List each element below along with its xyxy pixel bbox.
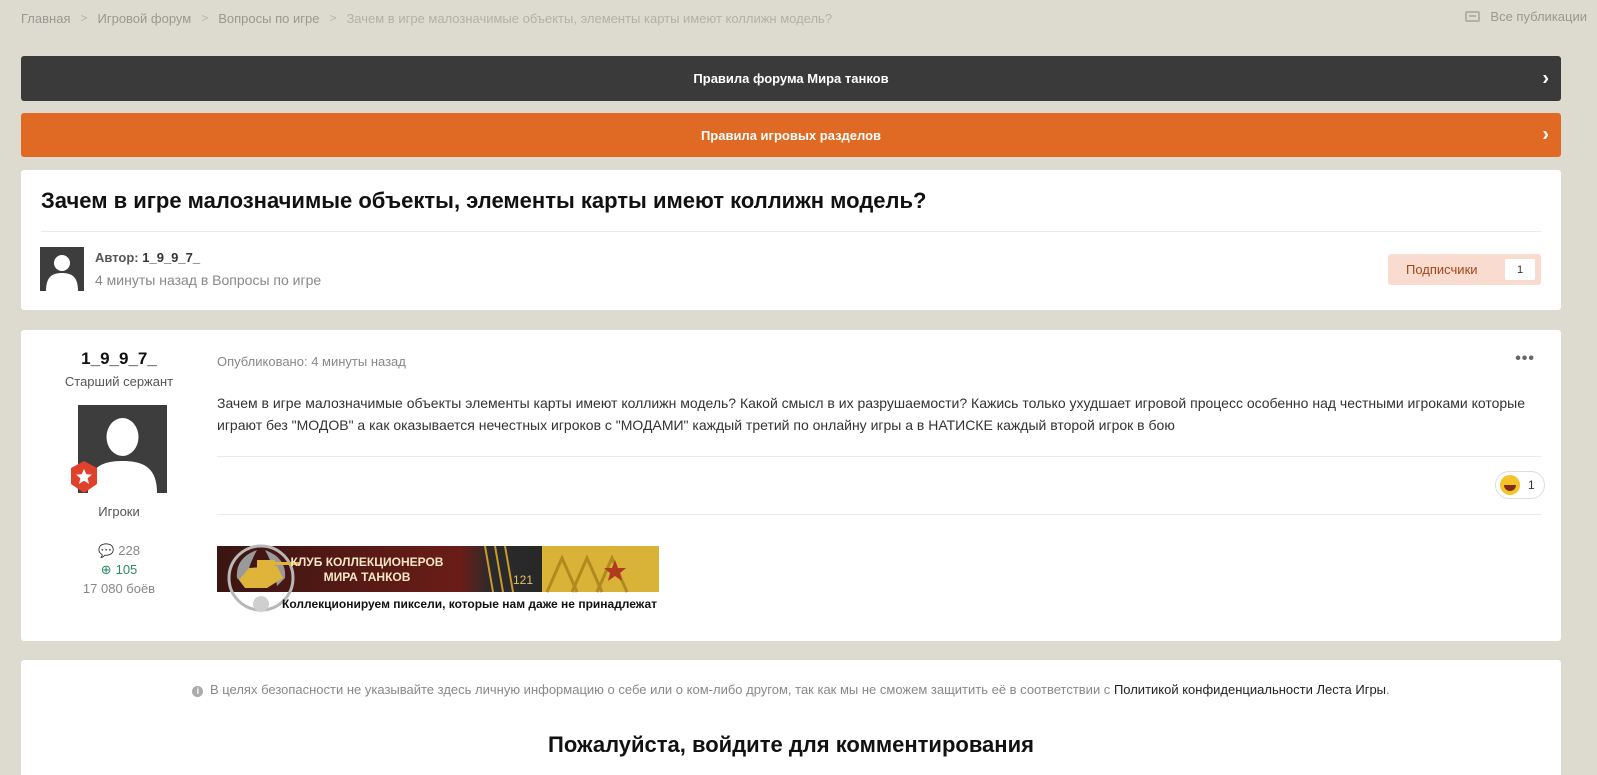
rank-badge-icon	[71, 461, 97, 493]
post-count: 💬 228	[21, 543, 217, 559]
signature-tagline: Коллекционируем пиксели, которые нам даж…	[282, 597, 657, 611]
reputation-value: 105	[115, 562, 138, 577]
post-content: Зачем в игре малозначимые объекты элемен…	[217, 395, 1526, 433]
info-icon: i	[192, 686, 204, 697]
all-publications-link[interactable]: Все публикации	[1465, 9, 1587, 24]
signature-banner: КЛУБ КОЛЛЕКЦИОНЕРОВ МИРА ТАНКОВ 121 Колл…	[217, 544, 659, 612]
topic-author: Автор: 1_9_9_7_	[95, 250, 200, 265]
reputation: ⊕ 105	[21, 562, 217, 578]
chevron-right-icon: ›	[1542, 67, 1549, 89]
chevron-right-icon: >	[80, 11, 88, 25]
battles-count: 17 080 боёв	[82, 581, 156, 596]
post-count-value: 228	[118, 543, 140, 558]
topic-header: Зачем в игре малозначимые объекты, элеме…	[21, 170, 1561, 310]
chevron-right-icon: >	[329, 11, 337, 25]
breadcrumb-game-forum[interactable]: Игровой форум	[98, 11, 192, 26]
game-rules-label: Правила игровых разделов	[700, 127, 882, 143]
divider	[217, 514, 1541, 515]
privacy-text: В целях безопасности не указывайте здесь…	[209, 682, 1111, 697]
author-avatar[interactable]	[40, 247, 84, 291]
reaction-count: 1	[1528, 478, 1535, 492]
breadcrumb-game-questions[interactable]: Вопросы по игре	[218, 11, 319, 26]
divider	[41, 231, 1541, 232]
all-publications-label: Все публикации	[1490, 9, 1587, 24]
breadcrumb-current: Зачем в игре малозначимые объекты, элеме…	[346, 10, 833, 26]
author-name-link[interactable]: 1_9_9_7_	[142, 250, 200, 265]
divider	[217, 456, 1541, 457]
post-author-name[interactable]: 1_9_9_7_	[21, 349, 217, 369]
login-prompt-title: Пожалуйста, войдите для комментирования	[548, 732, 1034, 757]
privacy-notice: i В целях безопасности не указывайте зде…	[21, 682, 1561, 697]
privacy-policy-link[interactable]: Политикой конфиденциальности Леста Игры	[1114, 682, 1386, 697]
laugh-emoji-icon	[1500, 475, 1520, 495]
chevron-right-icon: >	[201, 11, 209, 25]
plus-circle-icon: ⊕	[100, 562, 112, 577]
forum-rules-banner[interactable]: Правила форума Мира танков ›	[21, 56, 1561, 101]
breadcrumb-home[interactable]: Главная	[21, 11, 70, 26]
signature-line1: КЛУБ КОЛЛЕКЦИОНЕРОВ	[291, 555, 444, 569]
post-author-group: Игроки	[98, 504, 140, 519]
chevron-right-icon: ›	[1542, 123, 1549, 146]
signature-line2: МИРА ТАНКОВ	[324, 570, 411, 584]
signature-number: 121	[513, 573, 533, 587]
user-silhouette-icon	[46, 255, 78, 291]
breadcrumb: Главная > Игровой форум > Вопросы по игр…	[21, 9, 1587, 27]
forum-rules-label: Правила форума Мира танков	[693, 71, 889, 86]
feed-icon	[1465, 11, 1481, 22]
topic-meta: 4 минуты назад в Вопросы по игре	[95, 272, 322, 288]
subscribers-count: 1	[1505, 259, 1535, 280]
author-prefix: Автор:	[95, 250, 139, 265]
game-rules-banner[interactable]: Правила игровых разделов ›	[21, 113, 1561, 157]
topic-title: Зачем в игре малозначимые объекты, элеме…	[41, 188, 927, 213]
comment-area: i В целях безопасности не указывайте зде…	[21, 660, 1561, 775]
subscribers-label: Подписчики	[1406, 262, 1478, 277]
post-menu-button[interactable]: •••	[1515, 350, 1535, 368]
subscribers-button[interactable]: Подписчики 1	[1388, 254, 1541, 285]
post-date: Опубликовано: 4 минуты назад	[217, 354, 406, 369]
post-author-rank: Старший сержант	[64, 374, 174, 389]
reaction-button[interactable]: 1	[1495, 471, 1545, 499]
post: 1_9_9_7_ Старший сержант Игроки 💬 228 ⊕ 10…	[21, 330, 1561, 641]
comment-icon: 💬	[98, 543, 115, 558]
privacy-period: .	[1386, 682, 1390, 697]
